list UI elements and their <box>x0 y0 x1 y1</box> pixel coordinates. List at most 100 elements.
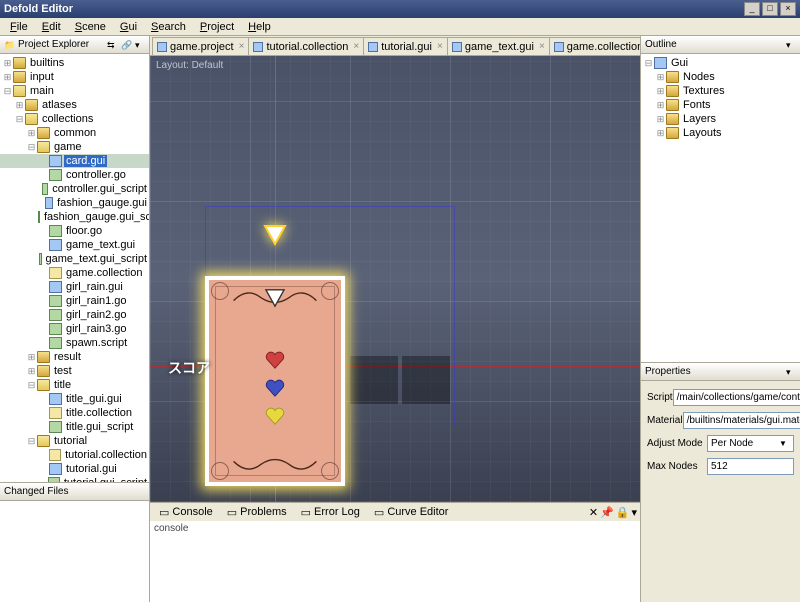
tree-item[interactable]: ⊟Gui <box>641 56 800 70</box>
tree-twisty-icon[interactable]: ⊞ <box>655 128 666 139</box>
tree-item[interactable]: ⊞input <box>0 70 149 84</box>
tree-item[interactable]: ⊞Layers <box>641 112 800 126</box>
tree-twisty-icon[interactable]: ⊞ <box>26 128 37 139</box>
tree-item[interactable]: ⊟collections <box>0 112 149 126</box>
console-menu-icon[interactable]: ▾ <box>631 506 637 519</box>
tree-item[interactable]: ⊞Textures <box>641 84 800 98</box>
console-output[interactable]: console <box>150 521 640 602</box>
scene-viewport[interactable]: Layout: Default <box>150 56 640 502</box>
collapse-all-icon[interactable]: ⇆ <box>107 40 117 50</box>
console-tab-curve-editor[interactable]: ▭Curve Editor <box>368 504 455 521</box>
tree-item[interactable]: tutorial.gui <box>0 462 149 476</box>
tree-item[interactable]: ⊞atlases <box>0 98 149 112</box>
tree-item[interactable]: ⊞Nodes <box>641 70 800 84</box>
tree-twisty-icon[interactable]: ⊞ <box>2 72 13 83</box>
menu-scene[interactable]: Scene <box>69 20 112 34</box>
tree-item[interactable]: ⊟game <box>0 140 149 154</box>
tree-twisty-icon[interactable]: ⊞ <box>26 352 37 363</box>
console-tab-problems[interactable]: ▭Problems <box>221 504 293 521</box>
tree-item[interactable]: ⊞builtins <box>0 56 149 70</box>
editor-tab[interactable]: game_text.gui× <box>447 37 550 55</box>
link-editor-icon[interactable]: 🔗 <box>121 40 131 50</box>
tree-item[interactable]: controller.gui_script <box>0 182 149 196</box>
folder-icon <box>25 113 38 125</box>
console-tab-error-log[interactable]: ▭Error Log <box>295 504 366 521</box>
editor-tab[interactable]: game.collection× <box>549 37 640 55</box>
tree-item[interactable]: ⊞test <box>0 364 149 378</box>
tree-twisty-icon[interactable]: ⊟ <box>26 436 37 447</box>
tree-item[interactable]: spawn.script <box>0 336 149 350</box>
tree-twisty-icon[interactable]: ⊞ <box>2 58 13 69</box>
tree-item[interactable]: floor.go <box>0 224 149 238</box>
window-close-button[interactable]: × <box>780 2 796 16</box>
window-maximize-button[interactable]: □ <box>762 2 778 16</box>
menu-gui[interactable]: Gui <box>114 20 143 34</box>
file-icon <box>45 197 54 209</box>
tree-item[interactable]: girl_rain2.go <box>0 308 149 322</box>
property-value-input[interactable]: Per Node▼ <box>707 435 794 452</box>
tree-item[interactable]: title.gui_script <box>0 420 149 434</box>
property-value-input[interactable]: /builtins/materials/gui.materi <box>683 412 800 429</box>
tree-twisty-icon[interactable]: ⊟ <box>643 58 654 69</box>
tree-item[interactable]: game.collection <box>0 266 149 280</box>
menu-edit[interactable]: Edit <box>36 20 67 34</box>
view-menu-icon[interactable]: ▾ <box>135 40 145 50</box>
corner-ornament <box>321 282 339 300</box>
tree-item[interactable]: controller.go <box>0 168 149 182</box>
tree-item[interactable]: ⊞Fonts <box>641 98 800 112</box>
outline-menu-icon[interactable]: ▾ <box>786 40 796 50</box>
tree-twisty-icon[interactable]: ⊞ <box>655 72 666 83</box>
menu-file[interactable]: File <box>4 20 34 34</box>
changed-files-body[interactable] <box>0 501 149 602</box>
tree-item[interactable]: girl_rain.gui <box>0 280 149 294</box>
menu-project[interactable]: Project <box>194 20 240 34</box>
console-tab-console[interactable]: ▭Console <box>153 504 219 521</box>
tree-item[interactable]: girl_rain1.go <box>0 294 149 308</box>
tree-twisty-icon[interactable]: ⊞ <box>655 86 666 97</box>
tree-item[interactable]: card.gui <box>0 154 149 168</box>
menu-search[interactable]: Search <box>145 20 192 34</box>
tab-close-icon[interactable]: × <box>437 41 443 52</box>
console-lock-icon[interactable]: 🔒 <box>616 506 630 519</box>
tree-item[interactable]: ⊟main <box>0 84 149 98</box>
tree-twisty-icon[interactable]: ⊟ <box>26 380 37 391</box>
editor-tab[interactable]: tutorial.gui× <box>363 37 448 55</box>
tab-close-icon[interactable]: × <box>239 41 245 52</box>
tree-twisty-icon[interactable]: ⊟ <box>2 86 13 97</box>
tree-item[interactable]: title.collection <box>0 406 149 420</box>
property-value-input[interactable]: /main/collections/game/cont <box>673 389 800 406</box>
folder-icon <box>13 57 26 69</box>
tree-item[interactable]: game_text.gui <box>0 238 149 252</box>
editor-tab[interactable]: game.project× <box>152 37 249 55</box>
tree-item[interactable]: girl_rain3.go <box>0 322 149 336</box>
property-value-input[interactable]: 512 <box>707 458 794 475</box>
outline-tree[interactable]: ⊟Gui⊞Nodes⊞Textures⊞Fonts⊞Layers⊞Layouts <box>641 54 800 362</box>
tree-item[interactable]: ⊟tutorial <box>0 434 149 448</box>
tab-close-icon[interactable]: × <box>539 41 545 52</box>
tree-twisty-icon[interactable]: ⊞ <box>655 100 666 111</box>
tree-item[interactable]: ⊞result <box>0 350 149 364</box>
tree-twisty-icon[interactable]: ⊞ <box>655 114 666 125</box>
editor-tab[interactable]: tutorial.collection× <box>248 37 364 55</box>
tree-item[interactable]: ⊞Layouts <box>641 126 800 140</box>
tree-item[interactable]: fashion_gauge.gui <box>0 196 149 210</box>
tree-item[interactable]: game_text.gui_script <box>0 252 149 266</box>
tab-close-icon[interactable]: × <box>353 41 359 52</box>
tree-twisty-icon[interactable]: ⊞ <box>26 366 37 377</box>
tree-twisty-icon[interactable]: ⊟ <box>26 142 37 153</box>
console-pin-icon[interactable]: 📌 <box>600 506 614 519</box>
window-minimize-button[interactable]: _ <box>744 2 760 16</box>
tree-item[interactable]: title_gui.gui <box>0 392 149 406</box>
tree-item[interactable]: ⊞common <box>0 126 149 140</box>
tree-item[interactable]: ⊟title <box>0 378 149 392</box>
tree-twisty-icon[interactable]: ⊟ <box>14 114 25 125</box>
tree-item[interactable]: fashion_gauge.gui_script <box>0 210 149 224</box>
project-tree[interactable]: ⊞builtins⊞input⊟main⊞atlases⊟collections… <box>0 54 149 482</box>
properties-menu-icon[interactable]: ▾ <box>786 367 796 377</box>
console-clear-icon[interactable]: ✕ <box>589 506 598 519</box>
tree-item[interactable]: tutorial.collection <box>0 448 149 462</box>
dropdown-icon[interactable]: ▼ <box>776 439 790 448</box>
tree-twisty-icon[interactable]: ⊞ <box>14 100 25 111</box>
menu-help[interactable]: Help <box>242 20 277 34</box>
corner-ornament <box>211 282 229 300</box>
